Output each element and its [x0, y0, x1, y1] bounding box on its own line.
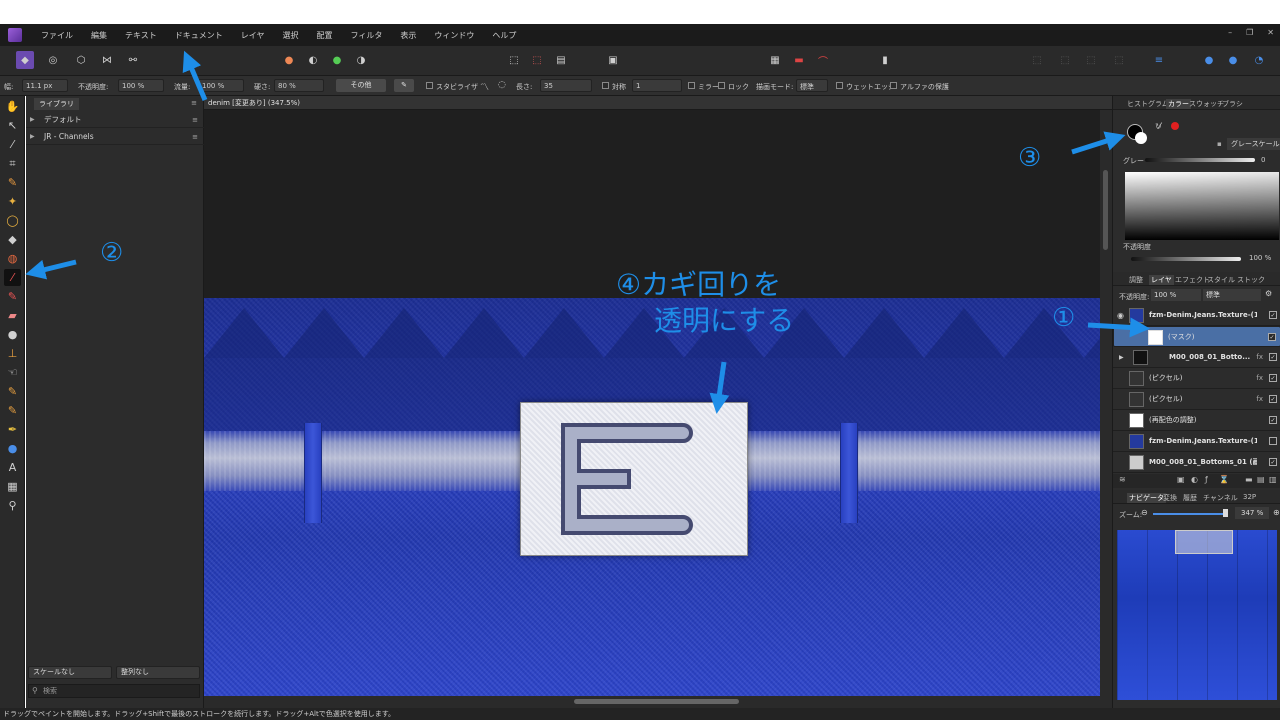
annotation-step-2: ② — [100, 238, 124, 268]
affinity-photo-window: ファイル 編集 テキスト ドキュメント レイヤ 選択 配置 フィルタ 表示 ウィ… — [0, 0, 1280, 720]
arrow-to-buckle — [709, 361, 730, 414]
arrow-to-document-menu — [182, 50, 208, 101]
arrow-to-brush-tool — [25, 259, 77, 280]
annotation-step-4-line1: ④カギ回りを — [616, 268, 782, 301]
annotation-arrows — [25, 50, 1150, 414]
arrow-to-color-swatch — [1071, 131, 1126, 155]
arrow-to-mask-layer — [1087, 317, 1150, 338]
annotation-step-1: ① — [1052, 303, 1076, 333]
annotation-step-4-line2: 透明にする — [654, 304, 795, 337]
annotation-step-3: ③ — [1018, 143, 1042, 173]
